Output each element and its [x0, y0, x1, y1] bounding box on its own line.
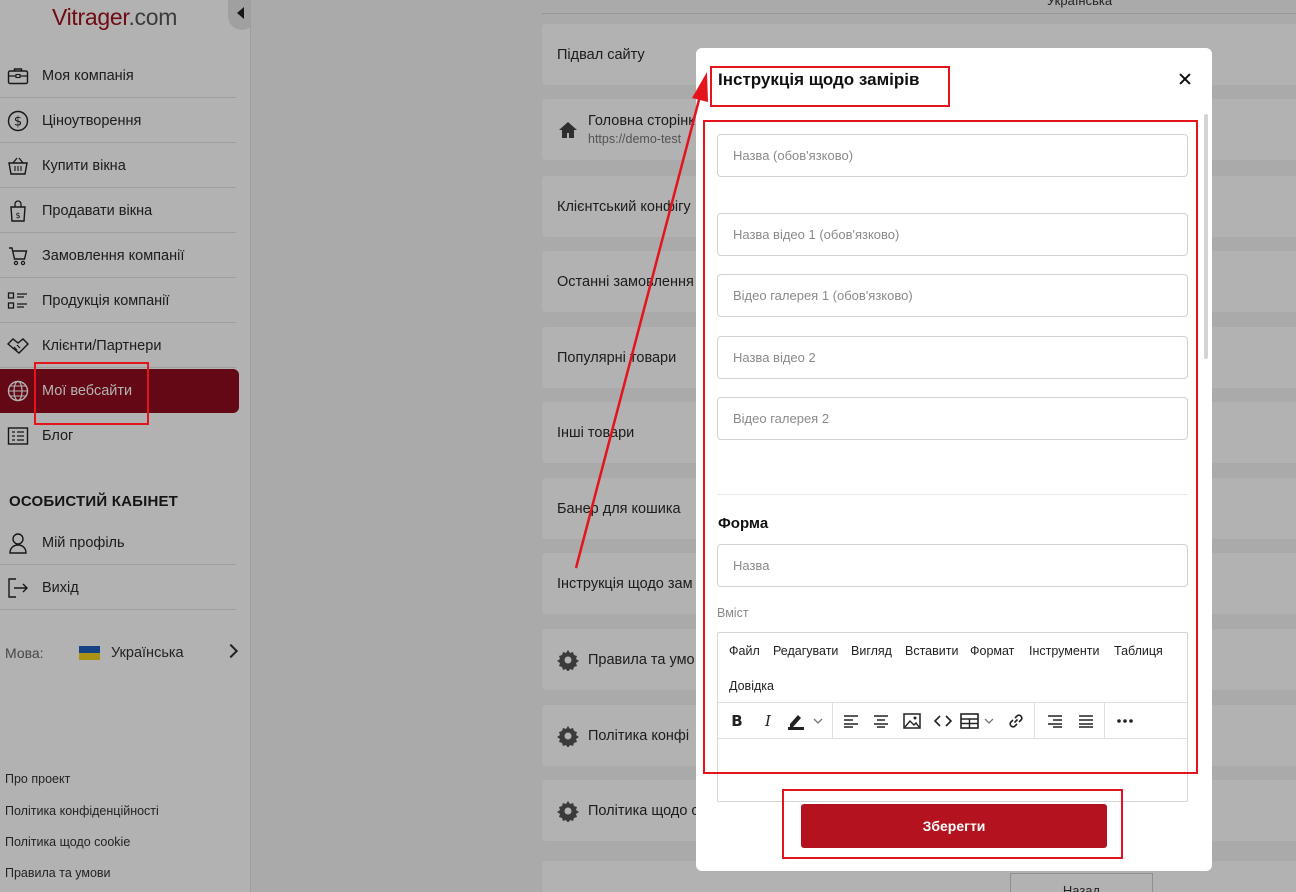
rich-text-editor: Файл Редагувати Вигляд Вставити Формат І… [717, 632, 1188, 802]
image-icon[interactable] [900, 710, 924, 732]
editor-menubar: Файл Редагувати Вигляд Вставити Формат І… [718, 633, 1187, 703]
content-label: Вміст [717, 606, 749, 620]
more-options-icon[interactable] [1113, 710, 1137, 732]
video-2-name-input[interactable] [717, 336, 1188, 379]
modal-scrollbar[interactable] [1204, 114, 1208, 359]
editor-menu-help[interactable]: Довідка [729, 679, 774, 693]
modal-title: Інструкція щодо замірів [718, 70, 920, 89]
editor-toolbar: B I [718, 703, 1187, 739]
editor-menu-tools[interactable]: Інструменти [1029, 644, 1099, 658]
editor-menu-view[interactable]: Вигляд [851, 644, 892, 658]
toolbar-separator [832, 703, 833, 739]
video-2-gallery-input[interactable] [717, 397, 1188, 440]
code-icon[interactable] [931, 710, 955, 732]
toolbar-separator [1034, 703, 1035, 739]
align-center-icon[interactable] [869, 710, 893, 732]
form-name-input[interactable] [717, 544, 1188, 587]
close-icon[interactable] [1176, 68, 1194, 90]
measurement-instruction-modal: Інструкція щодо замірів Форма Вміст Файл… [696, 48, 1212, 871]
toolbar-separator [1104, 703, 1105, 739]
editor-menu-format[interactable]: Формат [970, 644, 1014, 658]
highlight-icon[interactable] [786, 710, 826, 732]
editor-menu-insert[interactable]: Вставити [905, 644, 958, 658]
video-1-name-input[interactable] [717, 213, 1188, 256]
save-button[interactable]: Зберегти [801, 804, 1107, 848]
align-justify-icon[interactable] [1074, 710, 1098, 732]
align-right-icon[interactable] [1043, 710, 1067, 732]
link-icon[interactable] [1004, 710, 1028, 732]
align-left-icon[interactable] [839, 710, 863, 732]
divider [717, 494, 1188, 495]
name-input[interactable] [717, 134, 1188, 177]
editor-menu-table[interactable]: Таблиця [1114, 644, 1163, 658]
italic-icon[interactable]: I [756, 710, 780, 732]
video-1-gallery-input[interactable] [717, 274, 1188, 317]
form-section-title: Форма [718, 515, 769, 532]
editor-menu-file[interactable]: Файл [729, 644, 760, 658]
bold-icon[interactable]: B [725, 710, 749, 732]
editor-menu-edit[interactable]: Редагувати [773, 644, 838, 658]
table-icon[interactable] [959, 710, 997, 732]
